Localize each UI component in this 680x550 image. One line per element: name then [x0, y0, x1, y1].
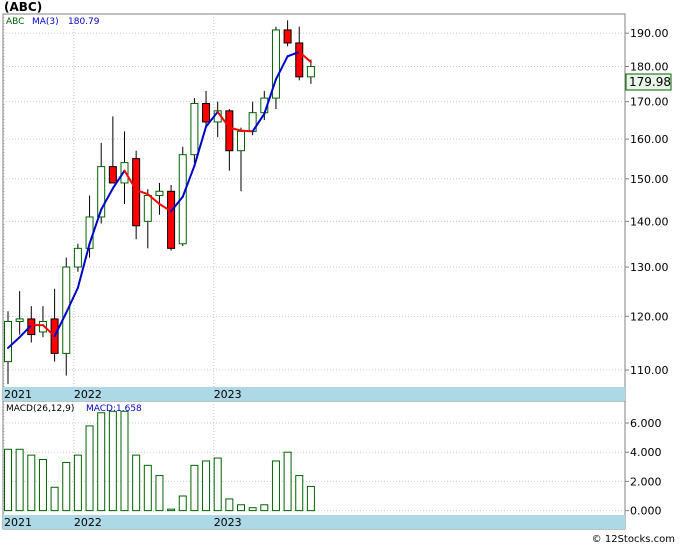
price-tick-label: 190.00 [630, 27, 669, 40]
last-price-label: 179.98 [629, 75, 671, 89]
candle-body [190, 103, 199, 156]
chart-stage: 110.00 120.00 130.00 140.00 150.00 160.00 170.… [0, 0, 680, 546]
macd-bar [213, 457, 222, 512]
macd-y-axis: 0.000 2.000 4.000 6.000 [625, 417, 662, 518]
macd-bar [295, 475, 304, 512]
macd-bar [97, 412, 106, 512]
macd-bar [202, 460, 211, 512]
macd-bar [260, 504, 269, 512]
macd-value: MACD:1.658 [86, 404, 142, 414]
macd-bar [248, 507, 257, 512]
chart-title: (ABC) [4, 0, 42, 14]
credit-label: © 12Stocks.com [592, 534, 675, 545]
macd-bar [178, 495, 187, 512]
candle [167, 185, 176, 251]
macd-bar [190, 464, 199, 512]
macd-bar [62, 461, 71, 512]
macd-bar [237, 504, 245, 512]
macd-bar [15, 448, 24, 512]
macd-bar [155, 475, 164, 512]
macd-bar [283, 451, 292, 512]
candle-body [73, 247, 82, 268]
candle-body [132, 158, 141, 227]
macd-year-label: 2023 [214, 516, 242, 529]
macd-bar [38, 459, 47, 512]
macd-year-label: 2021 [4, 516, 32, 529]
macd-bar [271, 460, 280, 512]
ma-value: 180.79 [68, 17, 100, 27]
macd-bar [108, 410, 117, 512]
year-label: 2022 [74, 388, 102, 401]
candle-body [283, 29, 292, 44]
price-tick-label: 170.00 [630, 96, 669, 109]
candle-body [143, 194, 152, 222]
macd-bar [120, 410, 129, 512]
ma-segment [240, 129, 254, 133]
stock-chart: 110.00 120.00 130.00 140.00 150.00 160.00 170.… [2, 0, 675, 545]
ma-label: MA(3) [32, 17, 59, 27]
candle-body [15, 318, 24, 322]
candle [132, 150, 141, 240]
candle-body [237, 130, 245, 152]
candle-body [155, 190, 164, 196]
candle [271, 26, 280, 109]
macd-tick-label: 6.000 [630, 417, 662, 430]
macd-bar [50, 486, 59, 512]
price-tick-label: 130.00 [630, 261, 669, 274]
candle-body [108, 166, 117, 184]
price-tick-label: 110.00 [630, 364, 669, 377]
macd-tick-label: 0.000 [630, 505, 662, 518]
macd-bar [167, 508, 176, 512]
price-tick-label: 150.00 [630, 173, 669, 186]
macd-tick-label: 4.000 [630, 446, 662, 459]
year-label: 2023 [214, 388, 242, 401]
candle-body [306, 66, 315, 78]
macd-bar [306, 485, 315, 512]
candle-body [202, 103, 211, 123]
macd-bar [27, 454, 36, 512]
candle [190, 98, 199, 163]
candle-body [62, 266, 71, 354]
price-tick-label: 180.00 [630, 60, 669, 73]
candle-body [4, 320, 12, 363]
macd-bar [132, 454, 141, 512]
ticker-label: ABC [6, 17, 24, 27]
macd-year-label: 2022 [74, 516, 102, 529]
price-tick-label: 160.00 [630, 133, 669, 146]
macd-bar [85, 425, 94, 512]
macd-tick-label: 2.000 [630, 475, 662, 488]
macd-bar [143, 464, 152, 512]
candle-body [167, 190, 176, 249]
price-tick-label: 140.00 [630, 215, 669, 228]
price-tick-label: 120.00 [630, 310, 669, 323]
macd-bar [225, 498, 234, 512]
macd-bar [73, 454, 82, 512]
candle-body [225, 110, 234, 152]
macd-label: MACD(26,12,9) [6, 404, 74, 414]
candle-body [295, 42, 304, 78]
year-label: 2021 [4, 388, 32, 401]
macd-bar [4, 448, 12, 512]
